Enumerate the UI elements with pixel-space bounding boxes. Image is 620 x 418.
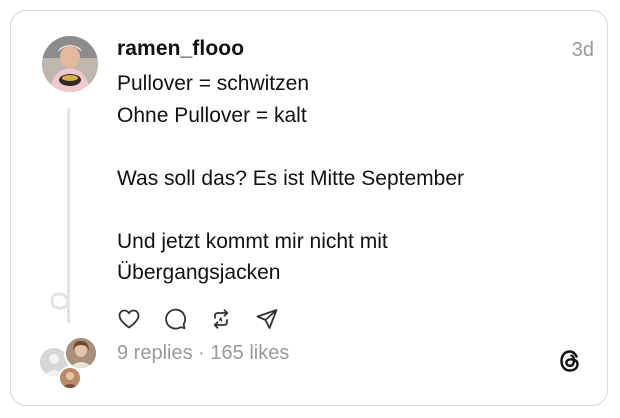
post-text-line: Was soll das? Es ist Mitte September [117,166,465,190]
thread-line [67,108,70,288]
post-text-line [117,194,577,226]
heart-icon [118,309,140,329]
thread-curl [50,284,70,324]
post-timestamp: 3d [571,39,594,61]
post-text-line [117,131,577,163]
author-username[interactable]: ramen_flooo [117,37,244,61]
send-icon [256,309,278,329]
post-stats: 9 replies · 165 likes [117,342,289,365]
post-text-line: Pullover = schwitzen [117,72,310,95]
post-actions [114,304,298,334]
post-text-line: Übergangsjacken [117,261,281,284]
like-button[interactable] [114,304,144,334]
repost-icon [213,309,229,329]
replier-avatar [64,336,98,370]
author-avatar[interactable] [42,36,98,92]
stats-separator: · [192,342,211,364]
post-text-line: Ohne Pullover = kalt [117,103,307,127]
post-text: Pullover = schwitzen Ohne Pullover = kal… [117,68,577,289]
share-button[interactable] [252,304,282,334]
comment-icon [165,308,187,330]
repost-button[interactable] [206,304,236,334]
replier-avatars[interactable] [38,336,100,392]
replier-avatar [58,366,82,390]
post-text-line: Und jetzt kommt mir nicht mit [117,229,388,253]
threads-logo-icon[interactable] [556,347,584,375]
reply-button[interactable] [160,304,190,334]
likes-count-link[interactable]: 165 likes [210,342,289,364]
replies-count-link[interactable]: 9 replies [117,342,193,364]
